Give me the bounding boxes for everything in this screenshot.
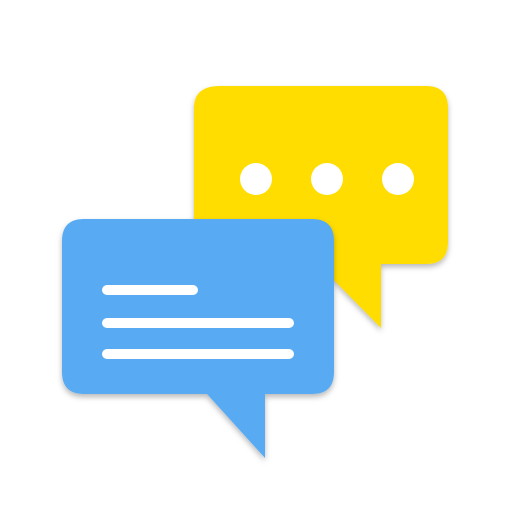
chat-bubbles-icon bbox=[62, 86, 448, 458]
typing-dots bbox=[240, 163, 414, 195]
typing-dot-1 bbox=[240, 163, 272, 195]
blue-speech-bubble bbox=[62, 219, 334, 458]
blue-bubble-body bbox=[62, 219, 334, 458]
typing-dot-3 bbox=[382, 163, 414, 195]
typing-dot-2 bbox=[311, 163, 343, 195]
chat-icon-canvas bbox=[0, 0, 512, 512]
